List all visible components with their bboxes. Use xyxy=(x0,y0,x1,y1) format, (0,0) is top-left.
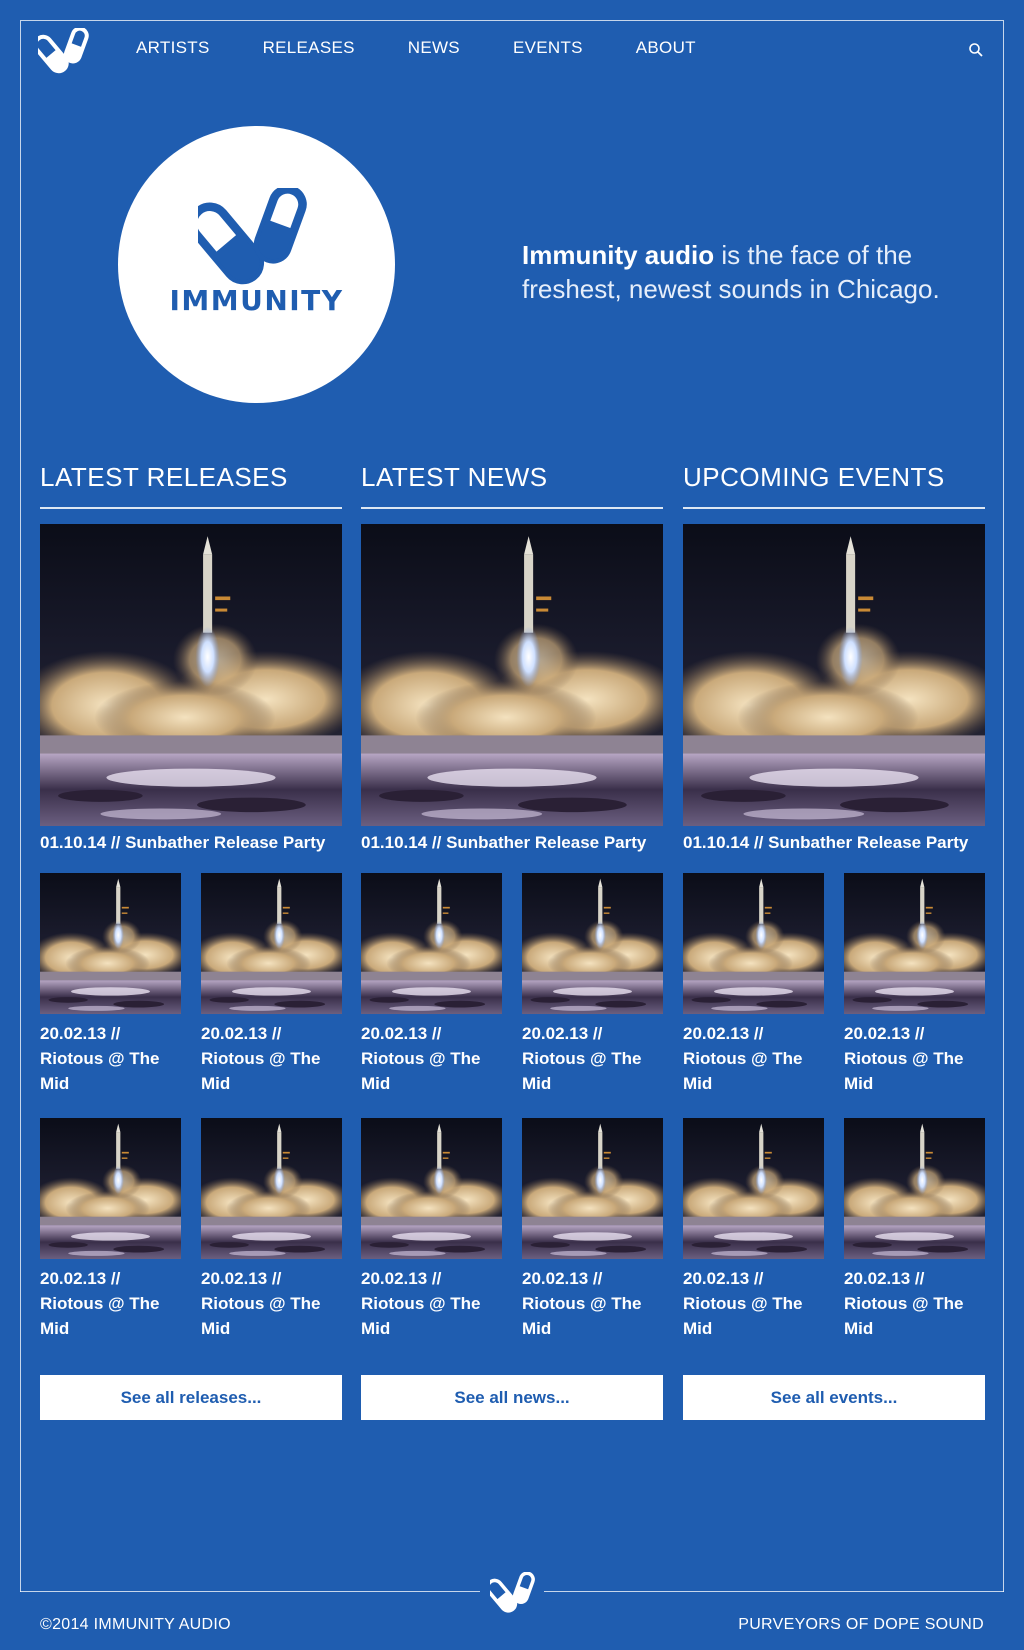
pills-logo-icon xyxy=(198,188,310,286)
column-title: UPCOMING EVENTS xyxy=(683,462,985,509)
thumbnail-caption[interactable]: 20.02.13 // Riotous @ The Mid xyxy=(40,1266,185,1341)
feature-caption[interactable]: 01.10.14 // Sunbather Release Party xyxy=(361,833,671,853)
feature-caption[interactable]: 01.10.14 // Sunbather Release Party xyxy=(683,833,993,853)
footer-divider xyxy=(544,1591,1004,1592)
column-title: LATEST RELEASES xyxy=(40,462,342,509)
nav-item-news[interactable]: NEWS xyxy=(408,38,460,58)
nav-item-events[interactable]: EVENTS xyxy=(513,38,583,58)
see-all-news-button[interactable]: See all news... xyxy=(361,1375,663,1420)
thumbnail-image[interactable] xyxy=(844,1118,985,1259)
thumbnail-image[interactable] xyxy=(844,873,985,1014)
main-nav: ARTISTS RELEASES NEWS EVENTS ABOUT xyxy=(136,38,749,58)
pills-logo-icon[interactable] xyxy=(30,24,91,77)
pills-logo-icon[interactable] xyxy=(482,1569,537,1616)
feature-image[interactable] xyxy=(40,524,342,826)
see-all-releases-button[interactable]: See all releases... xyxy=(40,1375,342,1420)
nav-item-about[interactable]: ABOUT xyxy=(636,38,696,58)
thumbnail-image[interactable] xyxy=(522,1118,663,1259)
footer-slogan: PURVEYORS OF DOPE SOUND xyxy=(738,1616,984,1633)
thumbnail-caption[interactable]: 20.02.13 // Riotous @ The Mid xyxy=(201,1266,346,1341)
thumbnail-image[interactable] xyxy=(40,873,181,1014)
thumbnail-image[interactable] xyxy=(361,1118,502,1259)
nav-item-artists[interactable]: ARTISTS xyxy=(136,38,210,58)
thumbnail-image[interactable] xyxy=(201,873,342,1014)
thumbnail-image[interactable] xyxy=(201,1118,342,1259)
column-news: LATEST NEWS 01.10.14 // Sunbather Release… xyxy=(361,462,663,852)
nav-item-releases[interactable]: RELEASES xyxy=(263,38,355,58)
thumbnail-image[interactable] xyxy=(522,873,663,1014)
footer-copyright: ©2014 IMMUNITY AUDIO xyxy=(40,1616,231,1633)
feature-image[interactable] xyxy=(683,524,985,826)
thumbnail-image[interactable] xyxy=(40,1118,181,1259)
feature-caption[interactable]: 01.10.14 // Sunbather Release Party xyxy=(40,833,350,853)
hero-tagline: Immunity audio is the face of the freshe… xyxy=(522,238,962,306)
thumbnail-image[interactable] xyxy=(683,1118,824,1259)
hero-logo-text: IMMUNITY xyxy=(169,284,344,317)
thumbnail-caption[interactable]: 20.02.13 // Riotous @ The Mid xyxy=(522,1021,667,1096)
thumbnail-caption[interactable]: 20.02.13 // Riotous @ The Mid xyxy=(844,1021,989,1096)
tagline-bold: Immunity audio xyxy=(522,240,715,270)
hero-logo: IMMUNITY xyxy=(118,126,395,403)
footer-divider xyxy=(20,1591,480,1592)
thumbnail-caption[interactable]: 20.02.13 // Riotous @ The Mid xyxy=(40,1021,185,1096)
thumbnail-caption[interactable]: 20.02.13 // Riotous @ The Mid xyxy=(683,1021,828,1096)
see-all-events-button[interactable]: See all events... xyxy=(683,1375,985,1420)
column-releases: LATEST RELEASES 01.10.14 // Sunbather Rel… xyxy=(40,462,342,852)
thumbnail-caption[interactable]: 20.02.13 // Riotous @ The Mid xyxy=(361,1266,506,1341)
thumbnail-image[interactable] xyxy=(683,873,824,1014)
thumbnail-caption[interactable]: 20.02.13 // Riotous @ The Mid xyxy=(201,1021,346,1096)
thumbnail-caption[interactable]: 20.02.13 // Riotous @ The Mid xyxy=(522,1266,667,1341)
column-title: LATEST NEWS xyxy=(361,462,663,509)
feature-image[interactable] xyxy=(361,524,663,826)
thumbnail-image[interactable] xyxy=(361,873,502,1014)
column-events: UPCOMING EVENTS 01.10.14 // Sunbather Rel… xyxy=(683,462,985,852)
thumbnail-caption[interactable]: 20.02.13 // Riotous @ The Mid xyxy=(361,1021,506,1096)
search-icon[interactable] xyxy=(968,42,984,58)
thumbnail-caption[interactable]: 20.02.13 // Riotous @ The Mid xyxy=(683,1266,828,1341)
thumbnail-caption[interactable]: 20.02.13 // Riotous @ The Mid xyxy=(844,1266,989,1341)
